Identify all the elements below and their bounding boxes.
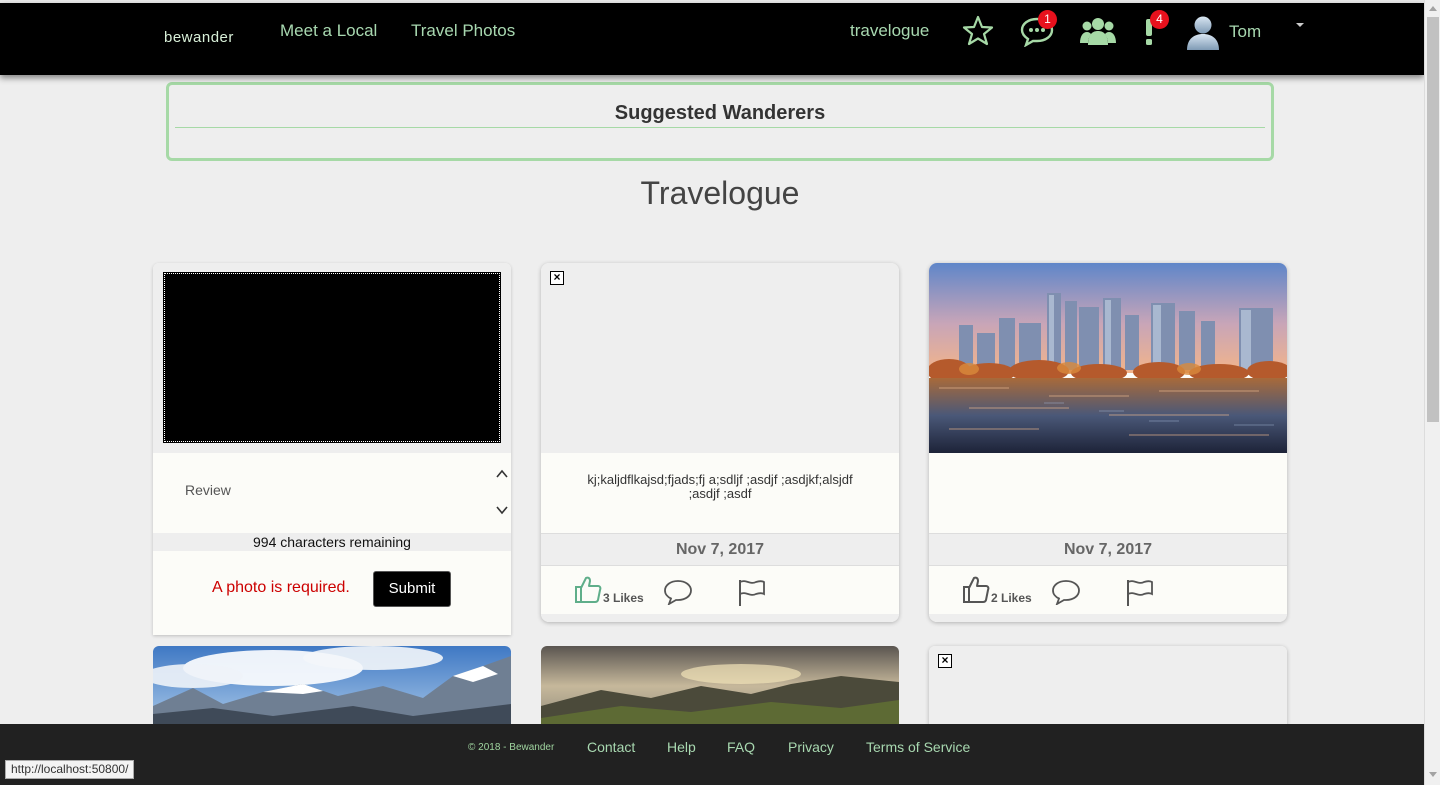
textarea-scroll-up-icon[interactable] xyxy=(495,467,509,481)
footer-link-contact[interactable]: Contact xyxy=(587,739,635,755)
thumbs-up-icon[interactable] xyxy=(961,574,991,604)
post-card: × kj;kaljdflkajsd;fjads;fj a;sdljf ;asdj… xyxy=(541,263,899,622)
post-actions: 2 Likes xyxy=(929,566,1287,614)
review-placeholder: Review xyxy=(185,482,231,498)
footer-link-privacy[interactable]: Privacy xyxy=(788,739,834,755)
page-title: Travelogue xyxy=(640,175,800,211)
post-photo-city-skyline[interactable] xyxy=(929,263,1287,453)
suggested-wanderers-title: Suggested Wanderers xyxy=(614,102,826,124)
user-menu-caret-icon[interactable] xyxy=(1296,23,1304,27)
broken-image-icon: × xyxy=(938,654,952,668)
brand-logo[interactable]: bewander xyxy=(164,29,234,46)
post-date: Nov 7, 2017 xyxy=(929,533,1287,566)
suggested-wanderers-panel: Suggested Wanderers xyxy=(166,82,1274,161)
post-actions: 3 Likes xyxy=(541,566,899,614)
flag-icon[interactable] xyxy=(1125,577,1155,607)
page-scrollbar[interactable] xyxy=(1424,0,1440,785)
nav-travel-photos[interactable]: Travel Photos xyxy=(411,21,515,41)
textarea-scroll-down-icon[interactable] xyxy=(495,503,509,517)
post-photo-mountains[interactable] xyxy=(153,646,511,726)
chars-remaining-counter: 994 characters remaining xyxy=(153,533,511,551)
submit-button[interactable]: Submit xyxy=(373,571,451,607)
alerts-badge: 4 xyxy=(1150,10,1169,29)
like-count: 3 Likes xyxy=(603,591,644,605)
copyright: © 2018 - Bewander xyxy=(468,742,555,753)
nav-travelogue[interactable]: travelogue xyxy=(850,21,929,41)
card-footer-strip xyxy=(929,614,1287,622)
footer-link-terms[interactable]: Terms of Service xyxy=(866,739,970,755)
scroll-up-arrow-icon[interactable] xyxy=(1429,6,1437,11)
status-bar-url: http://localhost:50800/ xyxy=(5,760,135,779)
post-photo-highlands[interactable] xyxy=(541,646,899,726)
footer-link-faq[interactable]: FAQ xyxy=(727,739,755,755)
footer-link-help[interactable]: Help xyxy=(667,739,696,755)
post-card: Nov 7, 2017 2 Likes xyxy=(929,263,1287,622)
star-icon[interactable] xyxy=(962,15,994,47)
like-count: 2 Likes xyxy=(991,591,1032,605)
card-footer-strip xyxy=(541,614,899,622)
navbar: bewander Meet a Local Travel Photos trav… xyxy=(0,3,1424,75)
photo-required-error: A photo is required. xyxy=(212,579,350,596)
upload-area xyxy=(153,263,511,453)
broken-image-icon: × xyxy=(550,271,564,285)
scroll-down-arrow-icon[interactable] xyxy=(1429,772,1437,777)
new-post-card: Review 994 characters remaining A photo … xyxy=(153,263,511,635)
flag-icon[interactable] xyxy=(737,577,767,607)
nav-meet-a-local[interactable]: Meet a Local xyxy=(280,21,377,41)
post-card-partial: × xyxy=(929,646,1287,726)
user-name[interactable]: Tom xyxy=(1229,22,1261,42)
comment-icon[interactable] xyxy=(663,579,693,606)
scroll-thumb[interactable] xyxy=(1427,17,1439,422)
messages-badge: 1 xyxy=(1038,10,1057,29)
user-avatar-icon[interactable] xyxy=(1186,14,1220,50)
post-photo[interactable]: × xyxy=(541,263,899,453)
post-caption: kj;kaljdflkajsd;fjads;fj a;sdljf ;asdjf … xyxy=(541,453,899,533)
comment-icon[interactable] xyxy=(1051,579,1081,606)
suggested-divider xyxy=(175,127,1265,128)
friends-icon[interactable] xyxy=(1080,15,1116,47)
review-textarea[interactable]: Review xyxy=(153,453,494,533)
footer: © 2018 - Bewander Contact Help FAQ Priva… xyxy=(0,724,1424,785)
post-date: Nov 7, 2017 xyxy=(541,533,899,566)
photo-upload-preview[interactable] xyxy=(163,272,501,443)
post-photo[interactable]: × xyxy=(929,646,1287,726)
thumbs-up-icon[interactable] xyxy=(573,574,603,604)
post-caption xyxy=(929,453,1287,533)
